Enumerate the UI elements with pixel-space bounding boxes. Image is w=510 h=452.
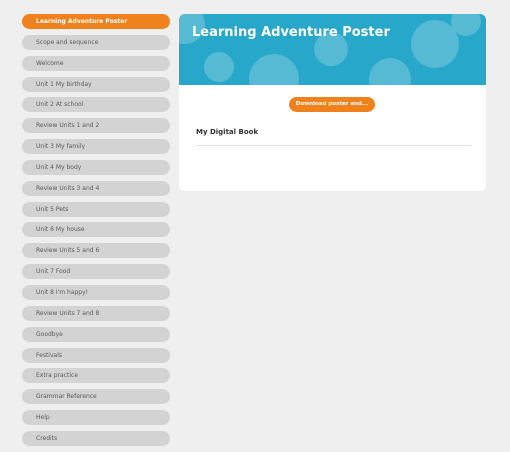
sidebar-item[interactable]: Unit 6 My house — [22, 222, 170, 238]
download-button[interactable]: Download poster and... — [289, 97, 375, 112]
sidebar-item[interactable]: Review Units 7 and 8 — [22, 305, 170, 321]
sidebar-item[interactable]: Unit 7 Food — [22, 264, 170, 280]
sidebar-item[interactable]: Review Units 3 and 4 — [22, 180, 170, 196]
banner-decor-dot — [369, 58, 411, 85]
sidebar-item[interactable]: Unit 4 My body — [22, 159, 170, 175]
sidebar-item[interactable]: Learning Adventure Poster — [22, 14, 170, 29]
sidebar-item[interactable]: Help — [22, 410, 170, 426]
sidebar-item[interactable]: Festivals — [22, 347, 170, 363]
sidebar-item[interactable]: Scope and sequence — [22, 34, 170, 50]
page-title: Learning Adventure Poster — [192, 25, 390, 40]
digital-book-link[interactable]: My Digital Book — [196, 128, 258, 136]
content-card: Learning Adventure Poster Download poste… — [179, 14, 486, 191]
banner-decor-dot — [249, 54, 299, 85]
sidebar-item[interactable]: Unit 2 At school — [22, 97, 170, 113]
title-banner: Learning Adventure Poster — [179, 14, 486, 85]
sidebar-item[interactable]: Review Units 1 and 2 — [22, 118, 170, 134]
sidebar-nav: Learning Adventure Poster Scope and seque… — [22, 14, 170, 452]
sidebar-item[interactable]: Grammar Reference — [22, 389, 170, 405]
sidebar-item[interactable]: Welcome — [22, 55, 170, 71]
sidebar-item[interactable]: Goodbye — [22, 326, 170, 342]
sidebar-item[interactable]: Unit 1 My birthday — [22, 76, 170, 92]
sidebar-item[interactable]: Unit 3 My family — [22, 139, 170, 155]
banner-decor-dot — [204, 52, 234, 82]
sidebar-item[interactable]: Unit 5 Pets — [22, 201, 170, 217]
sidebar-item[interactable]: Extra practice — [22, 368, 170, 384]
sidebar-item[interactable]: Review Units 5 and 6 — [22, 243, 170, 259]
sidebar-item[interactable]: Credits — [22, 430, 170, 446]
divider — [196, 145, 471, 146]
sidebar-item[interactable]: Unit 8 I'm happy! — [22, 284, 170, 300]
